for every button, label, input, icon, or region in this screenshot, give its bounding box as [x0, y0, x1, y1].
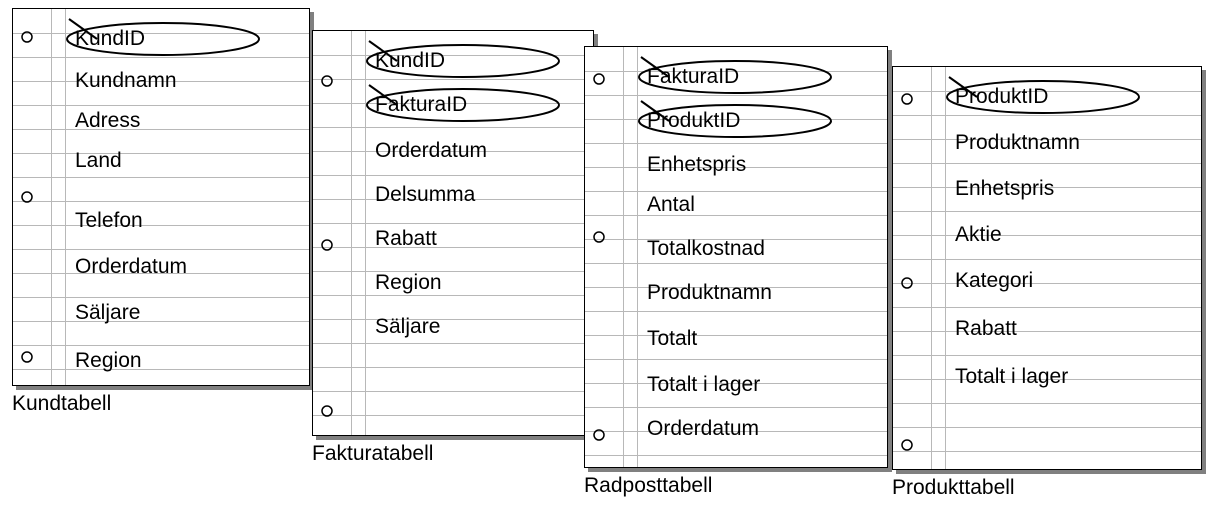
ruled-line	[313, 319, 593, 344]
punch-hole-icon	[591, 71, 607, 87]
punch-hole-icon	[591, 229, 607, 245]
fakturatabell-field: Delsumma	[375, 183, 475, 207]
radposttabell-field: Antal	[647, 193, 695, 217]
produkttabell-field: Enhetspris	[955, 177, 1054, 201]
radposttabell-field: Enhetspris	[647, 153, 746, 177]
ruled-line	[313, 391, 593, 416]
ruled-line	[585, 311, 887, 336]
fakturatabell-caption: Fakturatabell	[312, 442, 433, 466]
radposttabell-field: Totalt i lager	[647, 373, 760, 397]
ruled-line	[13, 153, 309, 178]
produkttabell-card: ProduktIDProduktnamnEnhetsprisAktieKateg…	[892, 66, 1202, 470]
ruled-line	[13, 297, 309, 322]
punch-hole-icon	[319, 73, 335, 89]
punch-hole-icon	[899, 275, 915, 291]
fakturatabell-field: Rabatt	[375, 227, 437, 251]
radposttabell-field: Totalt	[647, 327, 697, 351]
punch-hole-icon	[899, 91, 915, 107]
ruled-line	[893, 427, 1201, 452]
key-circle-icon	[943, 75, 1143, 119]
ruled-line	[893, 283, 1201, 308]
ruled-line	[893, 211, 1201, 236]
ruled-line	[893, 259, 1201, 284]
kundtabell-field: Kundnamn	[75, 69, 177, 93]
margin-line	[931, 67, 932, 469]
ruled-line	[893, 331, 1201, 356]
margin-line	[945, 67, 946, 469]
ruled-line	[13, 129, 309, 154]
ruled-line	[13, 201, 309, 226]
punch-hole-icon	[319, 237, 335, 253]
margin-line	[51, 9, 52, 385]
kundtabell-field: Säljare	[75, 301, 140, 325]
kundtabell-field: Adress	[75, 109, 140, 133]
ruled-line	[313, 343, 593, 368]
ruled-line	[13, 225, 309, 250]
fakturatabell-field: Orderdatum	[375, 139, 487, 163]
kundtabell-field: Land	[75, 149, 122, 173]
ruled-line	[313, 271, 593, 296]
radposttabell-field: Orderdatum	[647, 417, 759, 441]
key-circle-icon	[363, 83, 563, 127]
punch-hole-icon	[591, 427, 607, 443]
ruled-line	[893, 307, 1201, 332]
produkttabell-field: Rabatt	[955, 317, 1017, 341]
radposttabell-caption: Radposttabell	[584, 474, 712, 498]
ruled-line	[13, 105, 309, 130]
kundtabell-field: Orderdatum	[75, 255, 187, 279]
ruled-line	[313, 223, 593, 248]
fakturatabell-field: Region	[375, 271, 442, 295]
ruled-line	[13, 321, 309, 346]
ruled-line	[585, 335, 887, 360]
key-circle-icon	[63, 17, 263, 61]
margin-line	[65, 9, 66, 385]
produkttabell-field: Totalt i lager	[955, 365, 1068, 389]
punch-hole-icon	[319, 403, 335, 419]
produkttabell-field: Aktie	[955, 223, 1002, 247]
margin-line	[351, 31, 352, 435]
punch-hole-icon	[899, 437, 915, 453]
ruled-line	[313, 295, 593, 320]
kundtabell-card: KundIDKundnamnAdressLandTelefonOrderdatu…	[12, 8, 310, 386]
margin-line	[623, 47, 624, 467]
kundtabell-caption: Kundtabell	[12, 392, 111, 416]
radposttabell-field: Produktnamn	[647, 281, 772, 305]
ruled-line	[893, 235, 1201, 260]
produkttabell-field: Kategori	[955, 269, 1033, 293]
radposttabell-card: FakturaIDProduktIDEnhetsprisAntalTotalko…	[584, 46, 888, 468]
kundtabell-field: Telefon	[75, 209, 143, 233]
punch-hole-icon	[19, 189, 35, 205]
key-circle-icon	[635, 99, 835, 143]
ruled-line	[13, 345, 309, 370]
ruled-line	[313, 367, 593, 392]
fakturatabell-card: KundIDFakturaIDOrderdatumDelsummaRabattR…	[312, 30, 594, 436]
radposttabell-field: Totalkostnad	[647, 237, 765, 261]
ruled-line	[313, 247, 593, 272]
ruled-line	[893, 403, 1201, 428]
fakturatabell-field: Säljare	[375, 315, 440, 339]
punch-hole-icon	[19, 349, 35, 365]
kundtabell-field: Region	[75, 349, 142, 373]
produkttabell-caption: Produkttabell	[892, 476, 1015, 500]
punch-hole-icon	[19, 29, 35, 45]
ruled-line	[585, 191, 887, 216]
key-circle-icon	[635, 55, 835, 99]
ruled-line	[13, 177, 309, 202]
key-circle-icon	[363, 39, 563, 83]
produkttabell-field: Produktnamn	[955, 131, 1080, 155]
